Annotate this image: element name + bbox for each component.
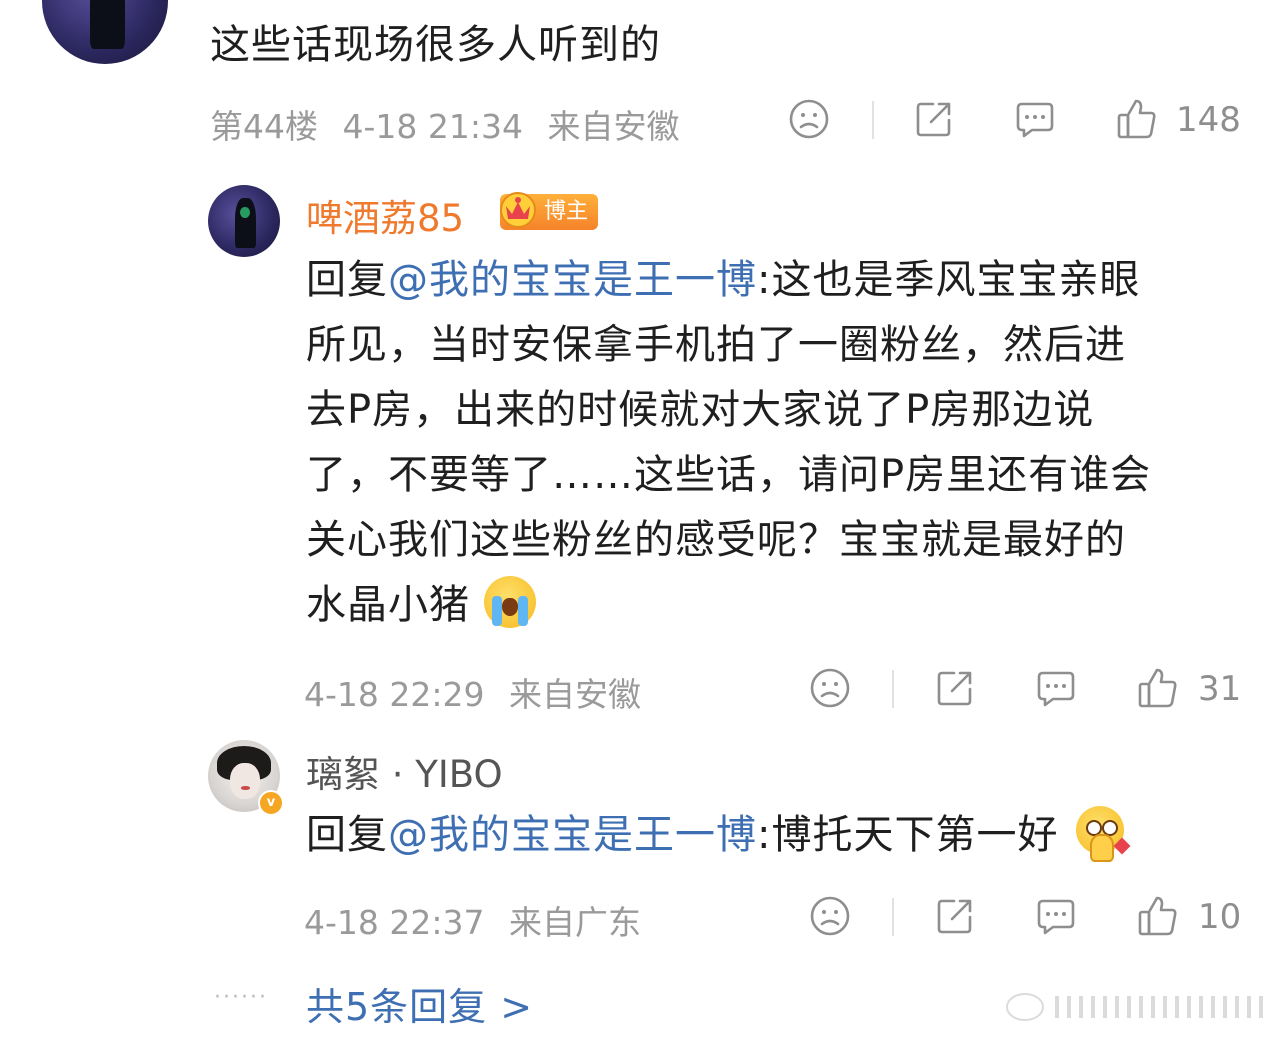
dislike-icon[interactable] (788, 98, 830, 140)
comment-icon[interactable] (1014, 98, 1056, 140)
reply-meta: 4-18 22:37 来自广东 (304, 896, 655, 944)
comment-icon[interactable] (1035, 667, 1077, 709)
like-icon[interactable] (1137, 894, 1179, 938)
share-icon[interactable] (934, 667, 976, 709)
divider (892, 670, 894, 708)
dislike-icon[interactable] (809, 895, 851, 937)
like-count: 10 (1198, 897, 1242, 937)
watermark-logo (1006, 993, 1263, 1021)
like-icon[interactable] (1116, 97, 1158, 141)
reply-meta: 4-18 22:29 来自安徽 (304, 668, 655, 716)
like-count: 31 (1198, 669, 1242, 709)
comment-meta: 第44楼 4-18 21:34 来自安徽 (210, 100, 694, 148)
comment-text: 这些话现场很多人听到的 (210, 22, 661, 68)
share-icon[interactable] (934, 895, 976, 937)
reply-avatar[interactable] (208, 185, 280, 257)
mention-link[interactable]: @我的宝宝是王一博 (388, 257, 757, 303)
mention-link[interactable]: @我的宝宝是王一博 (388, 812, 757, 858)
commenter-avatar[interactable] (42, 0, 168, 64)
reply-username[interactable]: 啤酒荔85 (306, 188, 464, 242)
dislike-icon[interactable] (809, 667, 851, 709)
more-replies-link[interactable]: 共5条回复 > (306, 976, 533, 1031)
reply-text: 回复@我的宝宝是王一博:这也是季风宝宝亲眼 所见，当时安保拿手机拍了一圈粉丝，然… (306, 248, 1256, 638)
share-icon[interactable] (913, 98, 955, 140)
reply-location: 来自安徽 (509, 675, 641, 714)
divider (872, 101, 874, 139)
comment-location: 来自安徽 (547, 107, 680, 146)
divider (892, 898, 894, 936)
reply-line: 了，不要等了……这些话，请问P房里还有谁会 (306, 452, 1152, 498)
like-count: 148 (1176, 100, 1241, 140)
reply-line: 去P房，出来的时候就对大家说了P房那边说 (306, 387, 1095, 433)
comment-icon[interactable] (1035, 895, 1077, 937)
author-badge: 博主 (500, 192, 599, 230)
comment-time: 4-18 21:34 (342, 107, 524, 146)
reply-location: 来自广东 (509, 903, 641, 942)
reply-line: 水晶小猪 (306, 582, 470, 628)
pleading-face-icon (1072, 804, 1131, 862)
floor-number: 第44楼 (210, 107, 318, 146)
reply-prefix: 回复 (306, 257, 388, 303)
reply-time: 4-18 22:37 (304, 903, 485, 942)
reply-prefix: 回复 (306, 812, 388, 858)
crying-face-icon (483, 576, 536, 628)
more-replies-dots: ······ (214, 985, 268, 1010)
crown-icon (500, 192, 536, 228)
reply-time: 4-18 22:29 (304, 675, 485, 714)
badge-label: 博主 (544, 199, 589, 224)
reply-line: 所见，当时安保拿手机拍了一圈粉丝，然后进 (306, 322, 1126, 368)
reply-text: 回复@我的宝宝是王一博:博托天下第一好 (306, 803, 1256, 868)
like-icon[interactable] (1137, 666, 1179, 710)
verified-icon: v (258, 790, 284, 816)
reply-username[interactable]: 璃絮 · YIBO (306, 744, 503, 798)
reply-line: 关心我们这些粉丝的感受呢？宝宝就是最好的 (306, 517, 1126, 563)
